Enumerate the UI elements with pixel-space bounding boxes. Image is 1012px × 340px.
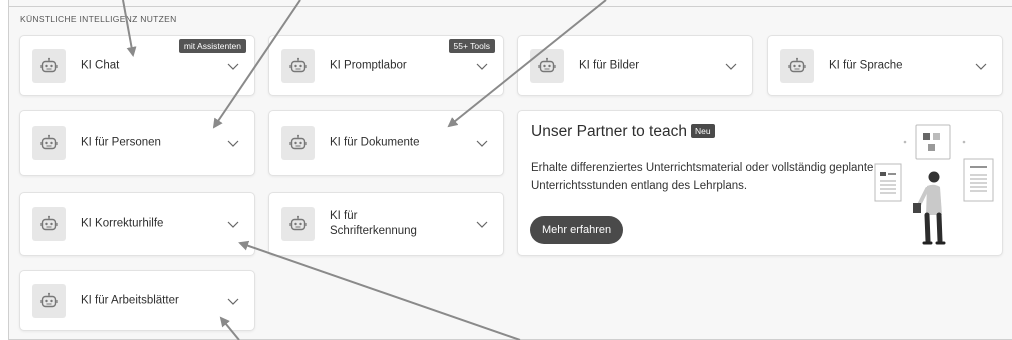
card-ki-promptlabor[interactable]: 55+ Tools KI Promptlabor xyxy=(268,35,504,96)
chevron-down-icon[interactable] xyxy=(475,61,489,71)
partner-description: Erhalte differenziertes Unterrichtsmater… xyxy=(531,162,874,192)
robot-icon xyxy=(32,126,66,160)
card-ki-fuer-arbeitsblaetter[interactable]: KI für Arbeitsblätter xyxy=(19,270,255,331)
card-label: KI für Sprache xyxy=(829,59,903,71)
chevron-down-icon[interactable] xyxy=(226,296,240,306)
robot-icon xyxy=(32,48,66,83)
card-ki-fuer-schrifterkennung[interactable]: KI für Schrifterkennung xyxy=(268,192,504,256)
divider xyxy=(8,6,1012,7)
partner-title-text: Unser Partner to teach xyxy=(531,123,687,140)
chevron-down-icon[interactable] xyxy=(226,61,240,71)
card-ki-fuer-bilder[interactable]: KI für Bilder xyxy=(517,35,753,96)
partner-card: Unser Partner to teach Neu Erhalte differ… xyxy=(517,110,1003,256)
robot-icon xyxy=(281,207,315,241)
learn-more-button[interactable]: Mehr erfahren xyxy=(530,216,624,244)
card-ki-fuer-dokumente[interactable]: KI für Dokumente xyxy=(268,110,504,176)
card-label: KI Promptlabor xyxy=(330,59,407,71)
card-badge: mit Assistenten xyxy=(178,39,246,53)
robot-icon xyxy=(32,207,66,241)
robot-icon xyxy=(32,283,66,318)
teacher-illustration xyxy=(874,124,994,245)
robot-icon xyxy=(281,48,315,83)
card-label: KI für Schrifterkennung xyxy=(330,210,417,237)
partner-title: Unser Partner to teach Neu xyxy=(531,123,715,141)
card-ki-korrekturhilfe[interactable]: KI Korrekturhilfe xyxy=(19,192,255,256)
robot-icon xyxy=(780,48,814,83)
card-label: KI für Arbeitsblätter xyxy=(81,294,179,306)
chevron-down-icon[interactable] xyxy=(475,138,489,148)
chevron-down-icon[interactable] xyxy=(475,219,489,229)
card-label: KI für Dokumente xyxy=(330,136,420,149)
new-badge: Neu xyxy=(690,124,715,138)
card-ki-chat[interactable]: mit Assistenten KI Chat xyxy=(19,35,255,96)
robot-icon xyxy=(530,48,564,83)
chevron-down-icon[interactable] xyxy=(724,61,738,71)
card-ki-fuer-sprache[interactable]: KI für Sprache xyxy=(767,35,1003,96)
card-badge: 55+ Tools xyxy=(448,39,495,53)
card-label: KI für Bilder xyxy=(579,59,640,71)
card-label: KI für Personen xyxy=(81,136,161,149)
section-title: Künstliche Intelligenz nutzen xyxy=(20,14,177,24)
robot-icon xyxy=(281,126,315,160)
card-label: KI Chat xyxy=(81,59,120,71)
chevron-down-icon[interactable] xyxy=(974,61,988,71)
chevron-down-icon[interactable] xyxy=(226,219,240,229)
chevron-down-icon[interactable] xyxy=(226,138,240,148)
card-ki-fuer-personen[interactable]: KI für Personen xyxy=(19,110,255,176)
card-label: KI Korrekturhilfe xyxy=(81,217,164,230)
